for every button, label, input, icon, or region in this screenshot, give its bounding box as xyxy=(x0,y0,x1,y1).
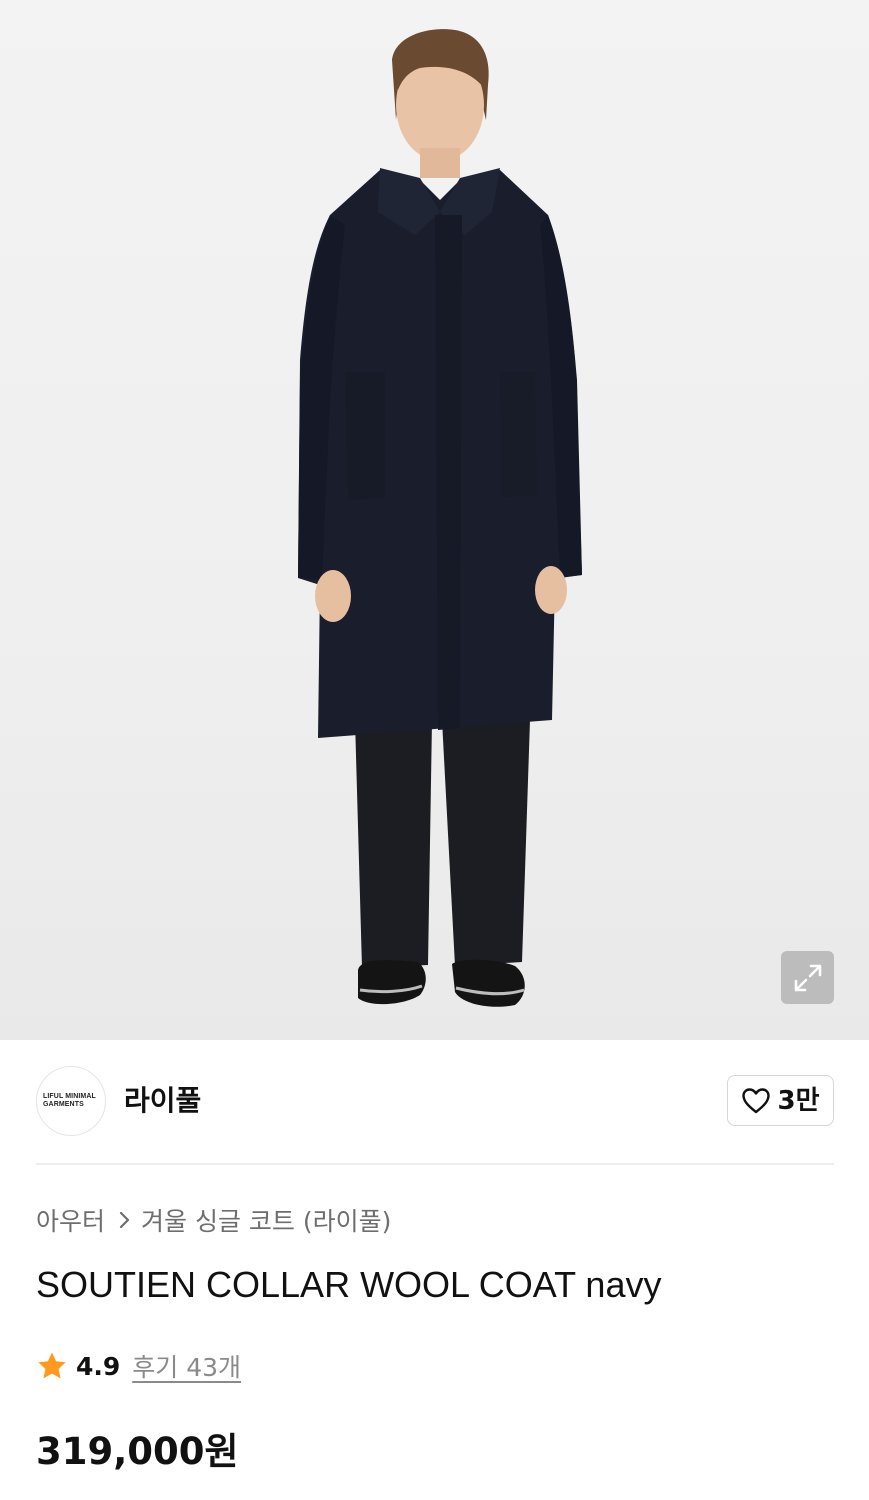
chevron-right-icon xyxy=(119,1210,131,1230)
heart-outline-icon xyxy=(742,1087,771,1113)
star-icon xyxy=(38,1352,66,1379)
like-button[interactable]: 3만 xyxy=(727,1075,834,1126)
breadcrumb-category[interactable]: 아우터 xyxy=(36,1202,105,1238)
expand-icon xyxy=(794,964,821,991)
breadcrumb-subcategory[interactable]: 겨울 싱글 코트 (라이풀) xyxy=(141,1202,391,1238)
like-count: 3만 xyxy=(777,1085,820,1116)
expand-image-button[interactable] xyxy=(781,951,834,1004)
rating-value: 4.9 xyxy=(76,1351,121,1381)
product-image[interactable] xyxy=(0,0,869,1040)
product-price: 319,000원 xyxy=(36,1430,239,1473)
rating-row: 4.9 후기 43개 xyxy=(36,1346,241,1386)
brand-logo[interactable]: LIFUL MINIMAL GARMENTS xyxy=(36,1066,106,1136)
divider xyxy=(36,1163,834,1165)
breadcrumb: 아우터 겨울 싱글 코트 (라이풀) xyxy=(36,1200,391,1240)
brand-row: LIFUL MINIMAL GARMENTS 라이풀 3만 xyxy=(36,1066,834,1138)
brand-logo-text: LIFUL MINIMAL GARMENTS xyxy=(43,1093,96,1108)
product-title: SOUTIEN COLLAR WOOL COAT navy xyxy=(36,1264,662,1305)
brand-name[interactable]: 라이풀 xyxy=(124,1083,201,1119)
review-link[interactable]: 후기 43개 xyxy=(132,1348,241,1384)
model-photo xyxy=(298,29,582,1007)
